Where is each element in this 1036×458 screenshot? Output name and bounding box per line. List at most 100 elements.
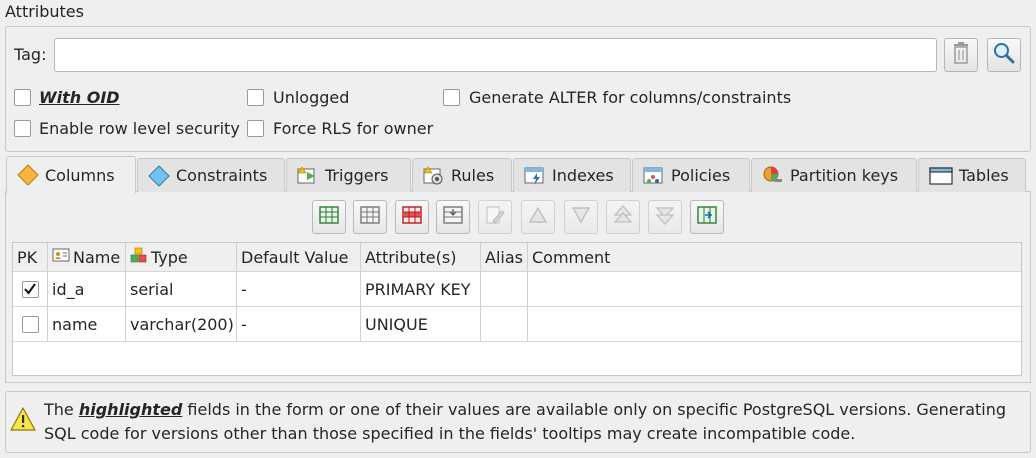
tab-indexes[interactable]: Indexes (513, 158, 631, 192)
table-row-2-default[interactable]: - (237, 307, 361, 341)
table-row-1-name[interactable]: id_a (48, 272, 126, 306)
warning-icon (10, 407, 36, 435)
move-down-button[interactable] (564, 200, 598, 234)
trash-icon (951, 42, 971, 68)
table-row-2-name[interactable]: name (48, 307, 126, 341)
tab-constraints[interactable]: Constraints (137, 158, 285, 192)
select-tag-button[interactable] (987, 38, 1021, 72)
move-up-button[interactable] (521, 200, 555, 234)
id-card-icon (52, 247, 70, 267)
generate-alter-label: Generate ALTER for columns/constraints (469, 88, 792, 107)
table-clear-icon (443, 206, 463, 228)
arrow-top-icon (613, 205, 633, 229)
tab-columns[interactable]: Columns (6, 156, 136, 193)
shapes-icon (130, 247, 148, 267)
arrow-down-icon (571, 206, 591, 228)
attributes-title-text: Attributes (5, 2, 84, 21)
row-2-default-text: - (241, 314, 247, 334)
tab-triggers[interactable]: Triggers (286, 158, 411, 192)
tab-policies-label: Policies (671, 166, 731, 185)
table-row-2-attributes[interactable]: UNIQUE (361, 307, 481, 341)
header-attributes[interactable]: Attribute(s) (361, 243, 481, 271)
table-row-2-type[interactable]: varchar(200) (126, 307, 237, 341)
move-top-button[interactable] (606, 200, 640, 234)
tab-rules[interactable]: Rules (412, 158, 512, 192)
row-level-security-label: Enable row level security (39, 119, 240, 138)
warning-message: The highlighted fields in the form or on… (44, 398, 1024, 446)
policies-icon (643, 166, 665, 186)
remove-row-button[interactable] (395, 200, 429, 234)
pk-checkbox-1[interactable] (21, 280, 39, 298)
pencil-icon (485, 205, 505, 229)
rules-icon (423, 165, 445, 186)
tables-icon (929, 166, 953, 186)
tab-rules-label: Rules (451, 166, 495, 185)
triggers-icon (297, 165, 319, 186)
row-2-name-text: name (52, 314, 98, 334)
header-alias[interactable]: Alias (481, 243, 528, 271)
header-default-value-label: Default Value (241, 247, 349, 267)
header-alias-label: Alias (485, 247, 523, 267)
edit-row-button[interactable] (353, 200, 387, 234)
row-1-attributes-text: PRIMARY KEY (365, 279, 471, 299)
force-rls-checkbox[interactable] (247, 120, 264, 137)
table-row-2-comment[interactable] (528, 307, 1021, 341)
header-comment-label: Comment (532, 247, 611, 267)
clear-tag-button[interactable] (944, 38, 978, 72)
warning-highlight: highlighted (78, 400, 183, 419)
header-attributes-label: Attribute(s) (365, 247, 457, 267)
warning-line1-rest: fields in the form or one of their value… (182, 400, 1007, 419)
tab-partition-keys[interactable]: Partition keys (751, 158, 917, 192)
generate-alter-checkbox[interactable] (443, 89, 460, 106)
tab-policies[interactable]: Policies (632, 158, 750, 192)
table-row-1-attributes[interactable]: PRIMARY KEY (361, 272, 481, 306)
move-to-index-button[interactable] (690, 200, 724, 234)
header-name-label: Name (73, 247, 121, 267)
header-default-value[interactable]: Default Value (237, 243, 361, 271)
header-name[interactable]: Name (48, 243, 126, 271)
table-row-2-alias[interactable] (481, 307, 528, 341)
tag-input[interactable] (54, 38, 937, 72)
move-bottom-button[interactable] (648, 200, 682, 234)
unlogged-label: Unlogged (273, 88, 350, 107)
row-divider (13, 341, 1021, 342)
table-row-1-default[interactable]: - (237, 272, 361, 306)
row-level-security-checkbox[interactable] (14, 120, 31, 137)
header-type[interactable]: Type (126, 243, 237, 271)
table-move-icon (697, 206, 717, 228)
checkmark-icon (24, 283, 36, 295)
with-oid-label: With OID (39, 88, 120, 107)
add-row-button[interactable] (312, 200, 346, 234)
table-row-1-type[interactable]: serial (126, 272, 237, 306)
row-2-attributes-text: UNIQUE (365, 314, 428, 334)
row-2-type-text: varchar(200) (130, 314, 234, 334)
row-1-type-text: serial (130, 279, 174, 299)
table-row-1-pk[interactable] (13, 272, 48, 306)
unlogged-checkbox[interactable] (247, 89, 264, 106)
columns-icon (17, 164, 39, 186)
arrow-bottom-icon (655, 205, 675, 229)
tab-tables[interactable]: Tables (918, 158, 1026, 192)
table-row-1-comment[interactable] (528, 272, 1021, 306)
pk-checkbox-2[interactable] (21, 315, 39, 333)
update-row-button[interactable] (478, 200, 512, 234)
force-rls-label: Force RLS for owner (273, 119, 434, 138)
constraints-icon (148, 164, 170, 187)
tab-tables-label: Tables (959, 166, 1009, 185)
tag-label: Tag: (14, 45, 47, 64)
remove-all-rows-button[interactable] (436, 200, 470, 234)
tab-partition-keys-label: Partition keys (790, 166, 899, 185)
attributes-title: Attributes (5, 2, 84, 21)
table-add-icon (319, 206, 339, 228)
table-row-2-pk[interactable] (13, 307, 48, 341)
tab-constraints-label: Constraints (176, 166, 268, 185)
arrow-up-icon (528, 206, 548, 228)
header-pk-label: PK (17, 247, 38, 267)
with-oid-checkbox[interactable] (14, 89, 31, 106)
table-row-1-alias[interactable] (481, 272, 528, 306)
header-comment[interactable]: Comment (528, 243, 1021, 271)
header-pk[interactable]: PK (13, 243, 48, 271)
row-1-name-text: id_a (52, 279, 85, 299)
tab-indexes-label: Indexes (552, 166, 614, 185)
search-icon (993, 42, 1015, 68)
